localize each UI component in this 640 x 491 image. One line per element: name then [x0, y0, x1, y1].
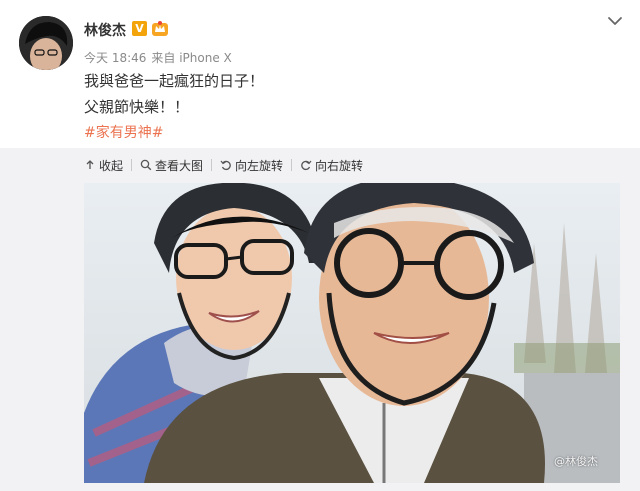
- rotate-right-icon: [301, 160, 312, 171]
- post-meta: 今天 18:46 来自 iPhone X: [84, 49, 237, 66]
- toolbar-divider: [291, 159, 293, 171]
- post-text-line-1: 我與爸爸一起瘋狂的日子！: [84, 72, 265, 90]
- rotate-left-label: 向左旋转: [235, 158, 284, 173]
- chevron-down-icon[interactable]: [606, 14, 624, 28]
- view-large-label: 查看大图: [155, 158, 204, 173]
- rotate-left-button[interactable]: 向左旋转: [220, 157, 283, 174]
- post-text-line-2: 父親節快樂！！: [84, 98, 190, 116]
- username[interactable]: 林俊杰: [84, 20, 126, 40]
- rotate-right-label: 向右旋转: [315, 158, 364, 173]
- rotate-left-icon: [220, 160, 231, 171]
- post-photo[interactable]: @林俊杰: [84, 183, 620, 483]
- collapse-icon: [86, 160, 94, 169]
- post-source[interactable]: 来自 iPhone X: [151, 51, 231, 65]
- toolbar-divider: [211, 159, 213, 171]
- verified-badge: V: [132, 21, 147, 36]
- selfie-photo: [84, 183, 620, 483]
- rotate-right-button[interactable]: 向右旋转: [300, 157, 363, 174]
- view-large-button[interactable]: 查看大图: [140, 157, 203, 174]
- avatar[interactable]: [19, 16, 73, 70]
- crown-icon: [152, 21, 168, 36]
- toolbar-divider: [131, 159, 133, 171]
- media-toolbar: 收起 查看大图 向左旋转 向右旋转: [84, 156, 363, 174]
- photo-watermark: @林俊杰: [554, 455, 598, 468]
- magnifier-icon: [140, 159, 152, 171]
- collapse-button[interactable]: 收起: [84, 157, 123, 174]
- collapse-label: 收起: [99, 158, 124, 173]
- hashtag-link[interactable]: #家有男神#: [84, 122, 163, 142]
- post-time[interactable]: 今天 18:46: [84, 51, 146, 65]
